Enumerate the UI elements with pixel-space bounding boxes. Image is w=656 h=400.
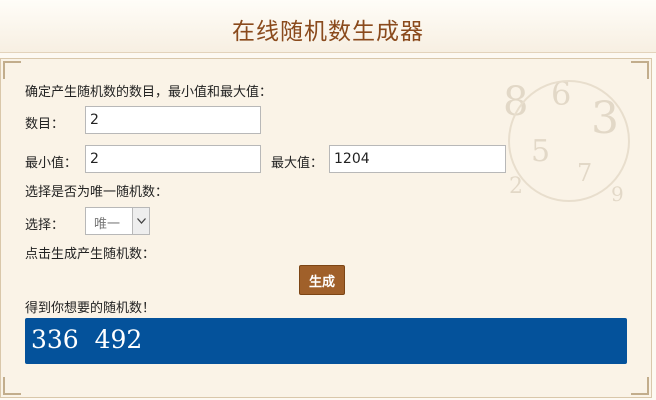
title-divider bbox=[0, 52, 656, 53]
count-label: 数目： bbox=[25, 117, 65, 132]
svg-text:9: 9 bbox=[611, 182, 624, 206]
min-input[interactable] bbox=[85, 145, 261, 173]
page-title: 在线随机数生成器 bbox=[232, 19, 424, 45]
svg-text:7: 7 bbox=[577, 159, 592, 187]
corner-ornament-bottom-right bbox=[631, 377, 649, 395]
result-box: 336 492 bbox=[25, 318, 627, 364]
svg-text:5: 5 bbox=[531, 134, 550, 169]
corner-ornament-bottom-left bbox=[3, 377, 21, 395]
max-label: 最大值： bbox=[271, 156, 324, 171]
max-input[interactable] bbox=[329, 145, 506, 173]
unique-select-value: 唯一 bbox=[94, 217, 121, 232]
generate-button[interactable]: 生成 bbox=[299, 265, 345, 295]
unique-select[interactable]: 唯一 bbox=[85, 207, 150, 235]
result-value: 336 492 bbox=[31, 325, 143, 354]
intro-text: 确定产生随机数的数目，最小值和最大值： bbox=[25, 85, 273, 100]
chevron-down-icon[interactable] bbox=[132, 208, 149, 234]
corner-ornament-top-left bbox=[3, 61, 21, 79]
number-decoration-icon: 8 6 3 5 7 2 9 bbox=[503, 75, 630, 206]
svg-text:3: 3 bbox=[591, 93, 619, 144]
header: 在线随机数生成器 bbox=[0, 0, 656, 52]
generate-prompt: 点击生成产生随机数： bbox=[25, 247, 156, 262]
generator-panel: 8 6 3 5 7 2 9 确定产生随机数的数目，最小值和最大值： 数目： 最小… bbox=[0, 58, 652, 398]
unique-prompt: 选择是否为唯一随机数： bbox=[25, 185, 169, 200]
min-label: 最小值： bbox=[25, 156, 78, 171]
unique-select-label: 选择： bbox=[25, 218, 65, 233]
count-input[interactable] bbox=[85, 106, 261, 134]
result-prompt: 得到你想要的随机数！ bbox=[25, 301, 156, 316]
